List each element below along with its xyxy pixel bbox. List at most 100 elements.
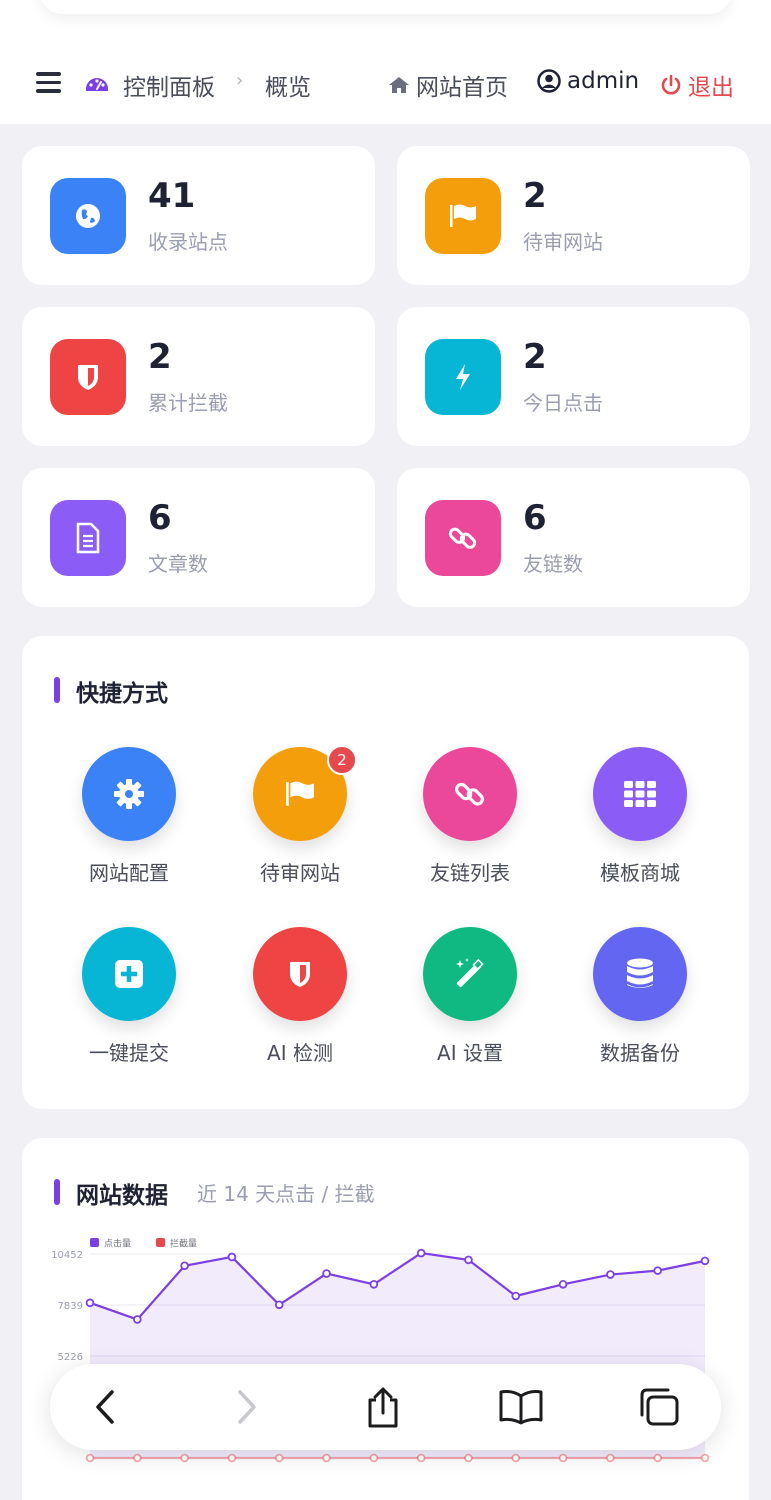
grid-icon xyxy=(593,747,687,841)
pending-count-badge: 2 xyxy=(327,745,357,775)
shortcut-ai-settings[interactable]: AI 设置 xyxy=(385,927,555,1077)
data-point xyxy=(322,1453,331,1463)
logout-link-label: 退出 xyxy=(688,75,734,101)
home-link-label: 网站首页 xyxy=(416,75,508,101)
y-tick-label: 10452 xyxy=(51,1250,83,1261)
shortcuts-title: 快捷方式 xyxy=(76,681,168,707)
stat-card-links[interactable]: 6 友链数 xyxy=(397,468,750,607)
link-icon xyxy=(425,500,501,576)
y-tick-label: 5226 xyxy=(58,1352,83,1363)
plus-icon xyxy=(82,927,176,1021)
tabs-icon[interactable] xyxy=(636,1384,682,1430)
home-icon xyxy=(389,77,409,93)
stat-card-sites[interactable]: 41 收录站点 xyxy=(22,146,375,285)
section-accent-bar xyxy=(54,1179,60,1205)
data-point xyxy=(558,1279,568,1289)
document-icon xyxy=(50,500,126,576)
shortcut-label: 友链列表 xyxy=(430,861,510,885)
data-point xyxy=(653,1453,662,1463)
data-point xyxy=(464,1453,473,1463)
magic-wand-icon xyxy=(423,927,517,1021)
back-icon[interactable] xyxy=(82,1384,128,1430)
y-tick-label: 7839 xyxy=(58,1301,83,1312)
legend-label: 拦截量 xyxy=(170,1238,197,1250)
stat-card-pending[interactable]: 2 待审网站 xyxy=(397,146,750,285)
user-link-label: admin xyxy=(567,68,640,94)
database-icon xyxy=(593,927,687,1021)
data-point xyxy=(416,1453,426,1463)
data-point xyxy=(85,1298,95,1308)
data-point xyxy=(511,1453,521,1463)
legend-swatch xyxy=(156,1238,165,1247)
shortcut-label: 待审网站 xyxy=(260,861,340,885)
link-icon xyxy=(423,747,517,841)
bookmarks-icon[interactable] xyxy=(498,1384,544,1430)
data-point xyxy=(416,1248,426,1258)
shortcut-one-click-submit[interactable]: 一键提交 xyxy=(44,927,214,1077)
shortcut-label: 模板商城 xyxy=(600,861,680,885)
data-point xyxy=(322,1269,331,1278)
site-data-subtitle: 近 14 天点击 / 拦截 xyxy=(197,1182,375,1206)
browser-toolbar xyxy=(50,1364,721,1450)
shortcut-site-config[interactable]: 网站配置 xyxy=(44,747,214,897)
site-data-title: 网站数据 xyxy=(76,1183,168,1209)
menu-toggle-icon[interactable] xyxy=(36,72,61,93)
stat-value: 6 xyxy=(523,498,547,538)
breadcrumb-title[interactable]: 控制面板 xyxy=(123,68,215,102)
gear-icon xyxy=(82,747,176,841)
data-point xyxy=(227,1252,237,1262)
shield-icon xyxy=(50,339,126,415)
stat-label: 累计拦截 xyxy=(148,391,228,415)
bolt-icon xyxy=(425,339,501,415)
header: 控制面板 › 概览 网站首页 admin 退出 xyxy=(0,56,771,110)
data-point xyxy=(369,1453,379,1463)
logout-link[interactable]: 退出 xyxy=(660,68,734,102)
stat-label: 收录站点 xyxy=(148,230,228,254)
shortcut-label: AI 设置 xyxy=(437,1041,503,1065)
data-point xyxy=(133,1453,142,1463)
shortcuts-panel: 快捷方式 网站配置 2 待审网站 友链列表 模板商城 一键提交 AI 检测 AI… xyxy=(22,636,749,1109)
share-icon[interactable] xyxy=(360,1384,406,1430)
data-point xyxy=(369,1279,379,1289)
data-point xyxy=(511,1291,521,1301)
data-point xyxy=(85,1453,95,1463)
data-point xyxy=(606,1270,615,1279)
stat-label: 待审网站 xyxy=(523,230,603,254)
globe-icon xyxy=(50,178,126,254)
top-search-pill xyxy=(40,0,731,14)
shortcut-label: AI 检测 xyxy=(267,1041,333,1065)
data-point xyxy=(700,1256,710,1266)
shortcut-label: 网站配置 xyxy=(89,861,169,885)
home-link[interactable]: 网站首页 xyxy=(388,68,508,102)
data-point xyxy=(606,1453,615,1463)
stat-value: 2 xyxy=(523,176,547,216)
shortcut-data-backup[interactable]: 数据备份 xyxy=(555,927,725,1077)
legend-label: 点击量 xyxy=(104,1238,131,1250)
data-point xyxy=(133,1315,142,1324)
data-point xyxy=(558,1453,568,1463)
shortcut-label: 一键提交 xyxy=(89,1041,169,1065)
dashboard-icon xyxy=(86,78,108,91)
data-point xyxy=(653,1266,662,1275)
flag-icon xyxy=(425,178,501,254)
stat-card-clicks[interactable]: 2 今日点击 xyxy=(397,307,750,446)
forward-icon[interactable] xyxy=(224,1384,270,1430)
data-point xyxy=(227,1453,237,1463)
shortcut-pending-sites[interactable]: 2 待审网站 xyxy=(215,745,385,897)
data-point xyxy=(464,1255,473,1265)
stat-label: 今日点击 xyxy=(523,391,603,415)
power-icon xyxy=(661,74,681,95)
stat-label: 文章数 xyxy=(148,552,208,576)
shortcut-ai-detect[interactable]: AI 检测 xyxy=(215,927,385,1077)
shortcut-link-list[interactable]: 友链列表 xyxy=(385,747,555,897)
stat-card-articles[interactable]: 6 文章数 xyxy=(22,468,375,607)
shortcut-template-store[interactable]: 模板商城 xyxy=(555,747,725,897)
stat-value: 2 xyxy=(148,337,172,377)
data-point xyxy=(180,1261,189,1271)
breadcrumb-separator: › xyxy=(236,70,244,91)
shortcut-label: 数据备份 xyxy=(600,1041,680,1065)
stat-card-blocked[interactable]: 2 累计拦截 xyxy=(22,307,375,446)
legend-swatch xyxy=(90,1238,99,1247)
user-link[interactable]: admin xyxy=(537,68,639,94)
shield-icon xyxy=(253,927,347,1021)
